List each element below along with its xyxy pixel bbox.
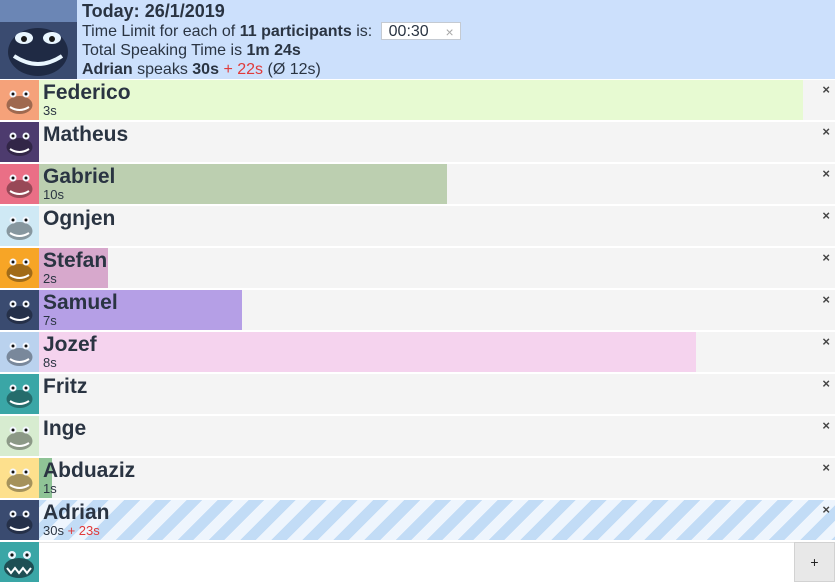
participant-name: Abduaziz (43, 459, 136, 482)
monster-avatar-icon (0, 80, 39, 120)
participant-count: 11 (239, 23, 257, 40)
remove-participant-icon[interactable]: × (822, 418, 830, 433)
today-date: 26/1/2019 (144, 1, 225, 21)
participant-name: Inge (43, 417, 87, 440)
monster-avatar-icon (0, 332, 39, 372)
participant-name: Ognjen (43, 207, 116, 230)
speaking-time-bar (39, 80, 803, 120)
participant-time: 30s + 23s (43, 523, 100, 539)
current-speaker-line: Adrian speaks 30s + 22s (Ø 12s) (82, 60, 461, 79)
participant-time-value: 2s (43, 271, 57, 286)
time-limit-input[interactable]: 00:30 × (380, 21, 461, 41)
participant-name: Federico (43, 81, 131, 104)
participant-time: 2s (43, 271, 57, 287)
total-time-prefix: Total Speaking Time is (82, 42, 243, 59)
participant-time-value: 10s (43, 187, 64, 202)
participant-name: Adrian (43, 501, 110, 524)
monster-avatar-icon (0, 374, 39, 414)
remove-participant-icon[interactable]: × (822, 502, 830, 517)
participants-word: participants (261, 23, 352, 40)
remove-participant-icon[interactable]: × (822, 292, 830, 307)
participant-time-value: 3s (43, 103, 57, 118)
header: Today: 26/1/2019 Time Limit for each of … (0, 0, 835, 79)
participant-row[interactable]: Adrian 30s + 23s × (0, 500, 835, 540)
speaking-time-bar (39, 332, 696, 372)
monster-avatar-icon (0, 290, 39, 330)
participant-time: 3s (43, 103, 57, 119)
clear-icon[interactable]: × (445, 23, 453, 41)
time-limit-suffix: is: (356, 23, 373, 40)
remove-participant-icon[interactable]: × (822, 250, 830, 265)
remove-participant-icon[interactable]: × (822, 208, 830, 223)
participant-row[interactable]: Abduaziz 1s × (0, 458, 835, 498)
remove-participant-icon[interactable]: × (822, 166, 830, 181)
current-speaker-time: 30s (192, 61, 219, 78)
remove-participant-icon[interactable]: × (822, 376, 830, 391)
participant-time-value: 7s (43, 313, 57, 328)
current-speaker-name: Adrian (82, 61, 133, 78)
monster-avatar-icon (0, 542, 39, 582)
participant-row[interactable]: Inge × (0, 416, 835, 456)
total-time-line: Total Speaking Time is 1m 24s (82, 41, 461, 60)
participant-name: Fritz (43, 375, 88, 398)
add-participant-row: + (0, 542, 835, 582)
remove-participant-icon[interactable]: × (822, 124, 830, 139)
speaks-word: speaks (137, 61, 188, 78)
participant-name: Stefan (43, 249, 108, 272)
participant-row[interactable]: Samuel 7s × (0, 290, 835, 330)
participant-row[interactable]: Stefan 2s × (0, 248, 835, 288)
monster-avatar-icon (0, 122, 39, 162)
participant-time: 10s (43, 187, 64, 203)
monster-avatar-icon (0, 248, 39, 288)
participant-name: Jozef (43, 333, 97, 356)
average-time: (Ø 12s) (267, 61, 321, 78)
total-time-value: 1m 24s (246, 42, 301, 59)
participant-list: Federico 3s × Matheus × Gabriel 10s × Ognjen × Ste… (0, 80, 835, 542)
remove-participant-icon[interactable]: × (822, 334, 830, 349)
participant-row[interactable]: Ognjen × (0, 206, 835, 246)
monster-avatar-icon (0, 458, 39, 498)
participant-row[interactable]: Jozef 8s × (0, 332, 835, 372)
participant-name: Gabriel (43, 165, 116, 188)
remove-participant-icon[interactable]: × (822, 460, 830, 475)
participant-row[interactable]: Federico 3s × (0, 80, 835, 120)
monster-avatar-icon (0, 164, 39, 204)
participant-time: 8s (43, 355, 57, 371)
participant-time-value: 1s (43, 481, 57, 496)
time-limit-prefix: Time Limit for each of (82, 23, 236, 40)
participant-name: Matheus (43, 123, 129, 146)
participant-row[interactable]: Gabriel 10s × (0, 164, 835, 204)
participant-time: 7s (43, 313, 57, 329)
participant-row[interactable]: Matheus × (0, 122, 835, 162)
participant-row[interactable]: Fritz × (0, 374, 835, 414)
monster-avatar-icon (0, 416, 39, 456)
participant-name: Samuel (43, 291, 118, 314)
time-limit-value: 00:30 (388, 22, 429, 40)
monster-avatar-icon (0, 500, 39, 540)
monster-avatar-icon (0, 206, 39, 246)
participant-time: 1s (43, 481, 57, 497)
time-limit-line: Time Limit for each of 11 participants i… (82, 21, 461, 41)
current-speaker-overtime: + 22s (223, 61, 264, 78)
add-participant-button[interactable]: + (794, 542, 835, 582)
remove-participant-icon[interactable]: × (822, 82, 830, 97)
new-participant-input[interactable] (39, 542, 794, 582)
today-label: Today: (82, 1, 140, 21)
monster-avatar-icon (0, 0, 77, 79)
participant-time-value: 8s (43, 355, 57, 370)
header-info: Today: 26/1/2019 Time Limit for each of … (82, 1, 461, 79)
participant-overtime: + 23s (67, 523, 100, 538)
participant-time-value: 30s (43, 523, 64, 538)
today-line: Today: 26/1/2019 (82, 1, 461, 22)
